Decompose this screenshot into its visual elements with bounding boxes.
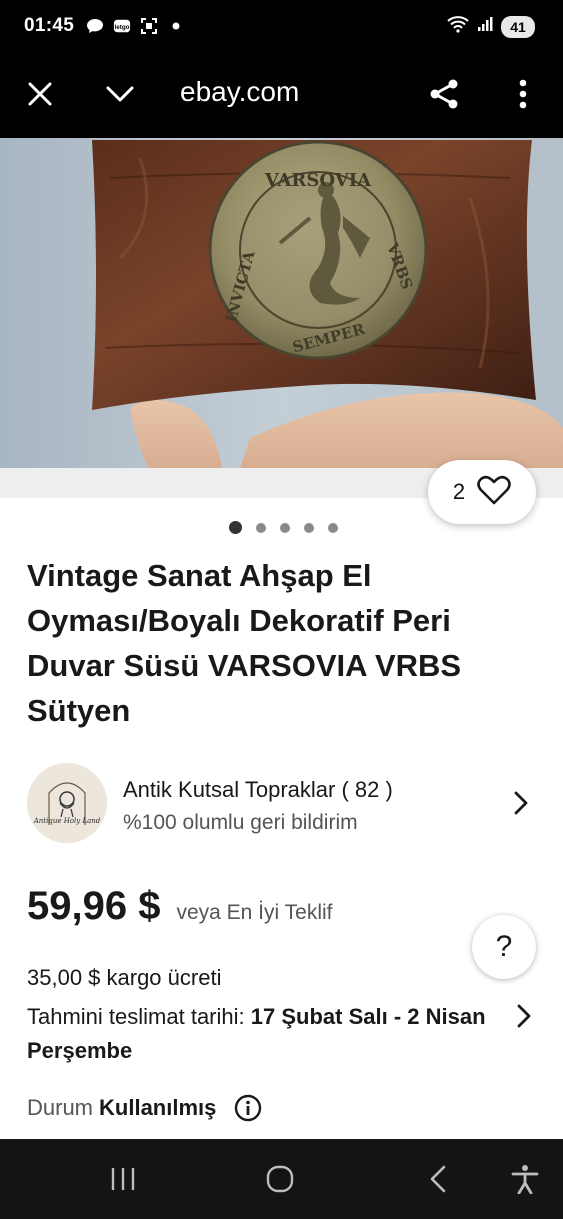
- recent-apps-icon[interactable]: [103, 1159, 143, 1199]
- medallion-varsovia: VARSOVIA: [264, 170, 372, 191]
- price: 59,96 $: [27, 884, 161, 928]
- status-bar: 01:45 letgo 41: [0, 0, 563, 54]
- delivery-estimate[interactable]: Tahmini teslimat tarihi: 17 Şubat Salı -…: [27, 1000, 487, 1068]
- status-system-icons: 41: [447, 15, 535, 38]
- delivery-label: Tahmini teslimat tarihi:: [27, 1004, 245, 1029]
- pagination-dot-active[interactable]: [229, 521, 242, 534]
- letgo-icon: letgo: [113, 17, 131, 35]
- battery-indicator: 41: [501, 15, 535, 38]
- condition-value: Kullanılmış: [99, 1095, 217, 1120]
- seller-feedback: %100 olumlu geri bildirim: [123, 811, 358, 834]
- svg-text:letgo: letgo: [114, 24, 129, 31]
- chat-bubble-icon: [86, 17, 104, 35]
- help-button[interactable]: ?: [472, 915, 536, 979]
- system-nav-bar: [0, 1139, 563, 1219]
- url-label[interactable]: ebay.com: [180, 76, 299, 108]
- close-icon[interactable]: [18, 72, 62, 116]
- question-mark-icon: ?: [495, 930, 513, 963]
- share-icon[interactable]: [422, 72, 466, 116]
- screenshot-icon: [140, 17, 158, 35]
- heart-icon: [477, 475, 511, 510]
- more-vert-icon[interactable]: [501, 72, 545, 116]
- image-pagination: [229, 521, 338, 534]
- pagination-dot[interactable]: [256, 522, 266, 533]
- pagination-dot[interactable]: [328, 522, 338, 533]
- condition-row: Durum Kullanılmış: [27, 1094, 262, 1122]
- condition-label: Durum: [27, 1095, 94, 1120]
- seller-name[interactable]: Antik Kutsal Topraklar ( 82 ): [123, 777, 393, 803]
- shipping-cost: 35,00 $ kargo ücreti: [27, 965, 222, 990]
- watch-button[interactable]: 2: [428, 460, 536, 524]
- status-time: 01:45: [24, 15, 75, 36]
- seller-avatar: Antique Holy Land: [27, 763, 107, 843]
- product-image[interactable]: VARSOVIA VRBS SEMPER INVICTA: [0, 138, 563, 468]
- price-row: 59,96 $ veya En İyi Teklif: [27, 884, 332, 929]
- home-icon[interactable]: [260, 1159, 300, 1199]
- browser-toolbar: ebay.com: [0, 54, 563, 138]
- status-notification-icons: letgo: [86, 17, 185, 35]
- dot-icon: [167, 17, 185, 35]
- seller-row[interactable]: Antique Holy Land Antik Kutsal Topraklar…: [27, 763, 537, 845]
- chevron-right-icon[interactable]: [509, 791, 533, 815]
- pagination-dot[interactable]: [304, 522, 314, 533]
- wifi-icon: [447, 15, 469, 38]
- accessibility-icon[interactable]: [505, 1159, 545, 1199]
- info-icon[interactable]: [234, 1094, 262, 1122]
- avatar-brand-text: Antique Holy Land: [33, 817, 101, 825]
- product-title: Vintage Sanat Ahşap El Oyması/Boyalı Dek…: [27, 558, 462, 728]
- chevron-right-icon[interactable]: [512, 1004, 536, 1028]
- pagination-dot[interactable]: [280, 522, 290, 533]
- best-offer-label: veya En İyi Teklif: [176, 901, 333, 924]
- back-icon[interactable]: [418, 1159, 458, 1199]
- signal-icon: [477, 16, 493, 37]
- watch-count: 2: [452, 479, 466, 504]
- chevron-down-icon[interactable]: [98, 72, 142, 116]
